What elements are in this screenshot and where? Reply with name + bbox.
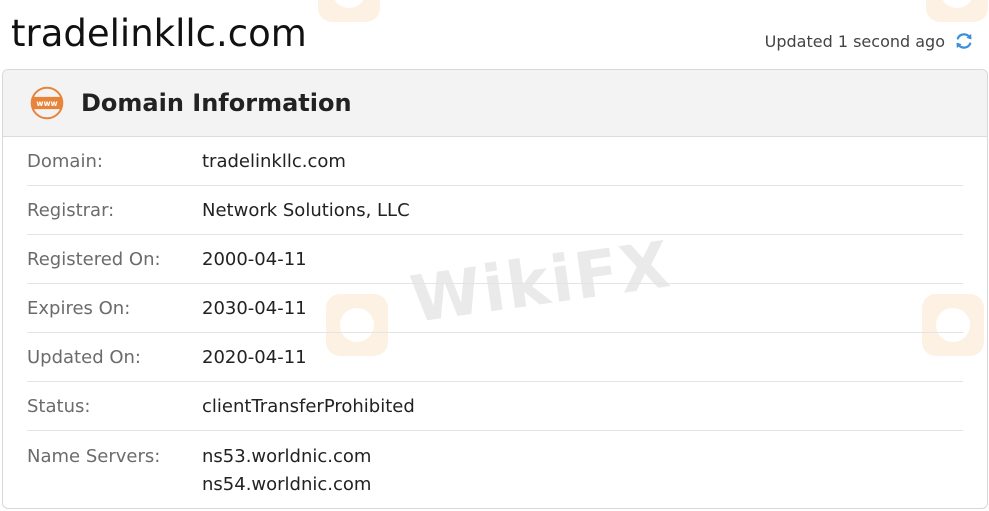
watermark-logo-icon bbox=[318, 0, 380, 22]
row-label: Name Servers: bbox=[27, 446, 161, 467]
info-row-domain: Domain: tradelinkllc.com bbox=[27, 137, 963, 186]
row-value: 2000-04-11 bbox=[202, 248, 307, 270]
page-title: tradelinkllc.com bbox=[11, 12, 307, 55]
info-row-registrar: Registrar: Network Solutions, LLC bbox=[27, 186, 963, 235]
update-status: Updated 1 second ago bbox=[765, 30, 975, 52]
page: WikiFX tradelinkllc.com Updated 1 second… bbox=[0, 0, 989, 511]
row-value: ns53.worldnic.com ns54.worldnic.com bbox=[202, 443, 371, 499]
row-value: Network Solutions, LLC bbox=[202, 199, 410, 221]
name-server: ns53.worldnic.com bbox=[202, 446, 372, 467]
card-title: Domain Information bbox=[81, 89, 352, 117]
row-label: Expires On: bbox=[27, 297, 131, 319]
www-icon: www bbox=[30, 86, 64, 120]
info-row-updated-on: Updated On: 2020-04-11 bbox=[27, 333, 963, 382]
row-label: Domain: bbox=[27, 150, 103, 172]
info-row-name-servers: Name Servers: ns53.worldnic.com ns54.wor… bbox=[27, 431, 963, 503]
row-label: Updated On: bbox=[27, 346, 141, 368]
domain-info-card: www Domain Information Domain: tradelink… bbox=[2, 69, 988, 509]
card-header: www Domain Information bbox=[3, 70, 987, 137]
row-value: tradelinkllc.com bbox=[202, 150, 346, 172]
refresh-icon[interactable] bbox=[953, 30, 975, 52]
info-rows: Domain: tradelinkllc.com Registrar: Netw… bbox=[3, 137, 987, 503]
row-label: Registrar: bbox=[27, 199, 115, 221]
row-value: 2030-04-11 bbox=[202, 297, 307, 319]
row-value: clientTransferProhibited bbox=[202, 395, 415, 417]
info-row-registered-on: Registered On: 2000-04-11 bbox=[27, 235, 963, 284]
info-row-expires-on: Expires On: 2030-04-11 bbox=[27, 284, 963, 333]
row-label: Registered On: bbox=[27, 248, 161, 270]
row-label: Status: bbox=[27, 395, 91, 417]
info-row-status: Status: clientTransferProhibited bbox=[27, 382, 963, 431]
row-value: 2020-04-11 bbox=[202, 346, 307, 368]
watermark-logo-icon bbox=[926, 0, 988, 22]
updated-text: Updated 1 second ago bbox=[764, 31, 945, 51]
svg-text:www: www bbox=[36, 99, 57, 108]
name-server: ns54.worldnic.com bbox=[202, 474, 372, 495]
